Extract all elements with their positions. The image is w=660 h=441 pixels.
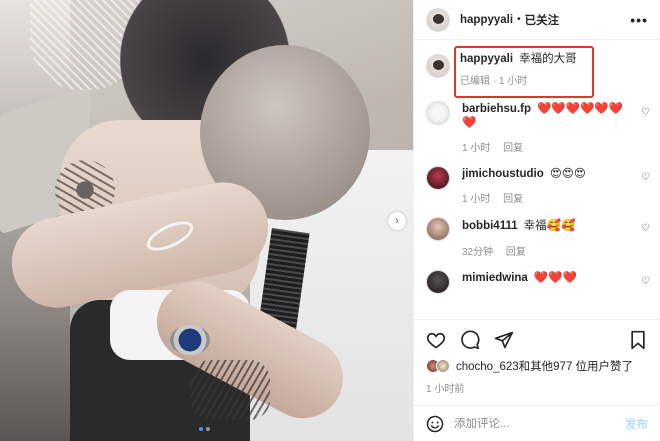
comment-text: 😍😍😍 xyxy=(549,168,586,180)
comment-text: ❤️❤️❤️ xyxy=(533,272,577,284)
caption-avatar[interactable] xyxy=(426,54,450,78)
comment-meta: 32分钟 回复 xyxy=(462,243,630,258)
post-timestamp: 1 小时前 xyxy=(426,384,465,395)
comment-like-heart-icon[interactable]: ♡ xyxy=(641,276,650,287)
follow-button[interactable]: 已关注 xyxy=(525,12,560,28)
chevron-right-icon: › xyxy=(395,215,399,227)
comment-item: bobbi4111 幸福🥰🥰 32分钟 回复 ♡ xyxy=(414,209,660,262)
comment-item: barbiehsu.fp ❤️❤️❤️❤️❤️❤️❤️ 1 小时 回复 ♡ xyxy=(414,93,660,158)
carousel-next-button[interactable]: › xyxy=(388,212,406,230)
comment-reply-button[interactable]: 回复 xyxy=(503,143,523,154)
comment-time: 1 小时 xyxy=(462,143,491,154)
comment-username[interactable]: barbiehsu.fp xyxy=(462,103,531,115)
post-comment-button[interactable]: 发布 xyxy=(625,416,648,432)
comment-meta: 1 小时 回复 xyxy=(462,139,630,154)
comment-time: 1 小时 xyxy=(462,194,491,205)
comments-feed: happyyali 幸福的大哥 已编辑 · 1 小时 barbiehsu.fp … xyxy=(414,40,660,319)
comment-like-heart-icon[interactable]: ♡ xyxy=(641,223,650,234)
caption-username[interactable]: happyyali xyxy=(460,53,513,65)
heart-icon[interactable] xyxy=(426,330,446,350)
smiley-icon[interactable] xyxy=(426,415,444,433)
bookmark-icon[interactable] xyxy=(628,330,648,350)
carousel-dot xyxy=(206,427,210,431)
comment-text: 幸福🥰🥰 xyxy=(523,220,576,232)
comment-avatar[interactable] xyxy=(426,270,450,294)
post-viewer: › happyyali • 已关注 ••• happyyali 幸福的大哥 已编… xyxy=(0,0,660,441)
comment-avatar[interactable] xyxy=(426,101,450,125)
comment-username[interactable]: jimichoustudio xyxy=(462,168,544,180)
carousel-dots xyxy=(199,427,210,431)
photo-tattoo-lower xyxy=(190,360,270,420)
comment-avatar[interactable] xyxy=(426,217,450,241)
comment-item: jimichoustudio 😍😍😍 1 小时 回复 ♡ xyxy=(414,158,660,209)
more-horizontal-icon[interactable]: ••• xyxy=(630,12,648,28)
caption-meta: 已编辑 · 1 小时 xyxy=(460,76,528,87)
comment-meta: 1 小时 回复 xyxy=(462,190,630,205)
author-avatar[interactable] xyxy=(426,7,450,32)
comment-like-heart-icon[interactable]: ♡ xyxy=(641,172,650,183)
comment-input[interactable] xyxy=(454,417,625,430)
photo-watch xyxy=(170,325,210,355)
comment-username[interactable]: bobbi4111 xyxy=(462,220,518,232)
liker-avatar[interactable] xyxy=(436,359,450,373)
caption-text: 幸福的大哥 xyxy=(519,53,577,65)
comment-username[interactable]: mimiedwina xyxy=(462,272,528,284)
likes-summary: chocho_623和其他977 位用户赞了 xyxy=(426,358,650,374)
header-separator: • xyxy=(517,14,521,25)
share-icon[interactable] xyxy=(494,330,514,350)
author-username[interactable]: happyyali xyxy=(460,14,513,26)
post-action-bar xyxy=(414,319,660,359)
comment-icon[interactable] xyxy=(460,330,480,350)
post-header: happyyali • 已关注 ••• xyxy=(414,0,660,40)
comment-reply-button[interactable]: 回复 xyxy=(503,194,523,205)
post-photo: › xyxy=(0,0,413,441)
carousel-dot-active xyxy=(199,427,203,431)
comment-avatar[interactable] xyxy=(426,166,450,190)
comment-time: 32分钟 xyxy=(462,247,494,258)
comment-like-heart-icon[interactable]: ♡ xyxy=(641,107,650,118)
post-sidebar: happyyali • 已关注 ••• happyyali 幸福的大哥 已编辑 … xyxy=(413,0,660,441)
likes-text[interactable]: chocho_623和其他977 位用户赞了 xyxy=(456,358,633,374)
comment-composer: 发布 xyxy=(414,405,660,441)
comment-reply-button[interactable]: 回复 xyxy=(506,247,526,258)
comment-item: mimiedwina ❤️❤️❤️ ♡ xyxy=(414,262,660,298)
post-caption: happyyali 幸福的大哥 已编辑 · 1 小时 xyxy=(414,40,660,98)
